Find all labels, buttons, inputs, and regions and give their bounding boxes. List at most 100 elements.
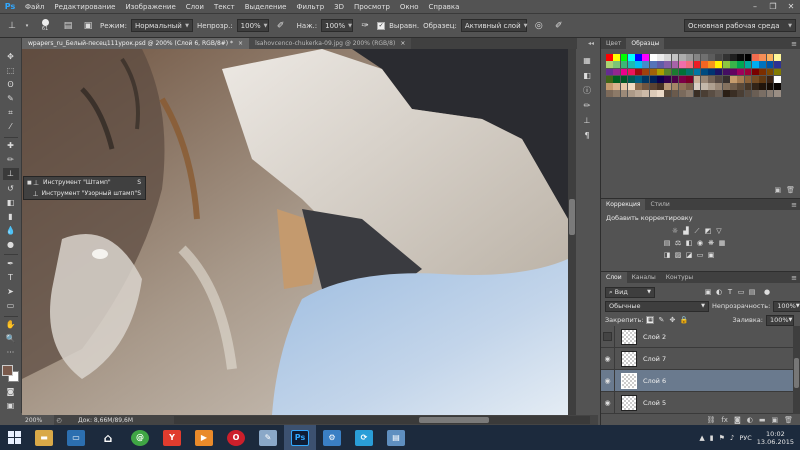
color-swatch[interactable] (708, 83, 715, 90)
canvas-vertical-scrollbar[interactable] (568, 49, 576, 415)
filter-toggle-icon[interactable]: ● (763, 288, 771, 296)
color-swatch[interactable] (773, 90, 781, 98)
color-swatch[interactable] (649, 68, 657, 76)
color-swatch[interactable] (730, 83, 737, 90)
menu-type[interactable]: Текст (209, 3, 240, 11)
tab-paths[interactable]: Контуры (661, 272, 698, 283)
brightness-contrast-icon[interactable]: ☼ (671, 227, 679, 235)
color-swatch[interactable] (722, 54, 730, 61)
color-swatch[interactable] (686, 90, 694, 98)
color-swatch[interactable] (693, 83, 701, 90)
color-swatch[interactable] (766, 90, 774, 98)
volume-icon[interactable]: ♪ (730, 434, 734, 442)
color-swatch[interactable] (715, 75, 723, 83)
color-swatch[interactable] (708, 61, 715, 69)
color-swatch[interactable] (606, 75, 613, 83)
info-panel-icon[interactable]: ⓘ (580, 85, 594, 96)
chevron-down-icon[interactable]: ▾ (24, 18, 30, 34)
opacity-field[interactable]: 100% ▼ (236, 19, 269, 32)
taskbar-computer[interactable]: ▭ (60, 425, 92, 450)
color-swatch[interactable] (664, 54, 672, 61)
lasso-tool-icon[interactable]: ʘ (3, 78, 19, 91)
menu-3d[interactable]: 3D (329, 3, 349, 11)
color-swatch[interactable] (759, 54, 767, 61)
color-swatch[interactable] (737, 90, 745, 98)
blend-mode-select[interactable]: Обычные ▼ (605, 300, 709, 312)
menu-layers[interactable]: Слои (181, 3, 209, 11)
color-swatch[interactable] (686, 83, 694, 90)
canvas-horizontal-scrollbar[interactable] (174, 416, 590, 424)
menu-window[interactable]: Окно (395, 3, 424, 11)
color-swatch[interactable] (642, 90, 650, 98)
eraser-tool-icon[interactable]: ◧ (3, 196, 19, 209)
eye-icon[interactable]: ◉ (601, 369, 615, 392)
taskbar-window[interactable]: ▤ (380, 425, 412, 450)
selective-color-icon[interactable]: ▣ (707, 251, 715, 259)
color-swatch[interactable] (700, 75, 708, 83)
color-swatch[interactable] (657, 61, 664, 69)
color-swatch[interactable] (678, 68, 686, 76)
clock[interactable]: 10:02 13.06.2015 (757, 430, 794, 446)
color-swatch[interactable] (642, 54, 650, 61)
layer-name[interactable]: Слой 5 (643, 399, 666, 407)
color-swatch[interactable] (657, 54, 664, 61)
lock-transparent-icon[interactable]: ▦ (646, 316, 655, 324)
color-swatch[interactable] (642, 61, 650, 69)
color-swatch[interactable] (759, 83, 767, 90)
quick-select-tool-icon[interactable]: ✎ (3, 92, 19, 105)
layer-style-icon[interactable]: fx (721, 416, 728, 424)
color-swatch[interactable] (744, 68, 752, 76)
path-select-tool-icon[interactable]: ➤ (3, 285, 19, 298)
color-swatch[interactable] (686, 68, 694, 76)
color-swatch[interactable] (613, 90, 621, 98)
tab-document-active[interactable]: wpapers_ru_Белый-песец111урок.psd @ 200%… (22, 38, 250, 49)
color-swatch[interactable] (715, 61, 723, 69)
color-lookup-icon[interactable]: ▦ (718, 239, 726, 247)
threshold-icon[interactable]: ◪ (685, 251, 693, 259)
restore-icon[interactable]: ❐ (764, 0, 782, 14)
shape-tool-icon[interactable]: ▭ (3, 299, 19, 312)
posterize-icon[interactable]: ▨ (674, 251, 682, 259)
color-swatch[interactable] (773, 75, 781, 83)
color-swatch[interactable] (606, 54, 613, 61)
color-swatch[interactable] (627, 54, 635, 61)
color-swatch[interactable] (678, 54, 686, 61)
color-swatch[interactable] (613, 68, 621, 76)
crop-tool-icon[interactable]: ⌗ (3, 106, 19, 119)
color-swatch[interactable] (642, 68, 650, 76)
new-swatch-icon[interactable]: ▣ (774, 186, 781, 194)
clone-source-panel-icon[interactable]: ⊥ (580, 115, 594, 126)
chevron-up-icon[interactable]: ▲ (699, 434, 704, 442)
color-swatch[interactable] (708, 68, 715, 76)
color-swatch[interactable] (620, 83, 628, 90)
aligned-checkbox[interactable]: ✓ (377, 21, 386, 30)
color-swatch[interactable] (751, 68, 759, 76)
color-swatch[interactable] (737, 68, 745, 76)
history-panel-icon[interactable]: ▦ (580, 55, 594, 66)
color-swatch[interactable] (627, 68, 635, 76)
paragraph-panel-icon[interactable]: ¶ (580, 130, 594, 141)
tab-swatches[interactable]: Образцы (626, 38, 665, 49)
color-swatch[interactable] (678, 90, 686, 98)
invert-icon[interactable]: ◨ (663, 251, 671, 259)
color-swatch[interactable] (671, 54, 679, 61)
marquee-tool-icon[interactable]: ⬚ (3, 64, 19, 77)
color-swatch[interactable] (700, 68, 708, 76)
taskbar-yandex[interactable]: Y (156, 425, 188, 450)
properties-panel-icon[interactable]: ◧ (580, 70, 594, 81)
color-swatch[interactable] (751, 90, 759, 98)
trash-icon[interactable]: 🗑 (786, 186, 795, 194)
blur-tool-icon[interactable]: 💧 (3, 224, 19, 237)
menu-filter[interactable]: Фильтр (291, 3, 329, 11)
color-swatch[interactable] (620, 90, 628, 98)
color-swatch[interactable] (678, 75, 686, 83)
color-swatch[interactable] (627, 75, 635, 83)
color-swatch[interactable] (759, 68, 767, 76)
color-swatch[interactable] (664, 61, 672, 69)
taskbar-mail[interactable]: @ (124, 425, 156, 450)
panel-menu-icon[interactable]: ≡ (791, 272, 800, 283)
color-swatch[interactable] (759, 90, 767, 98)
tab-styles[interactable]: Стили (645, 199, 674, 210)
tab-layers[interactable]: Слои (601, 272, 627, 283)
taskbar-opera[interactable]: O (220, 425, 252, 450)
